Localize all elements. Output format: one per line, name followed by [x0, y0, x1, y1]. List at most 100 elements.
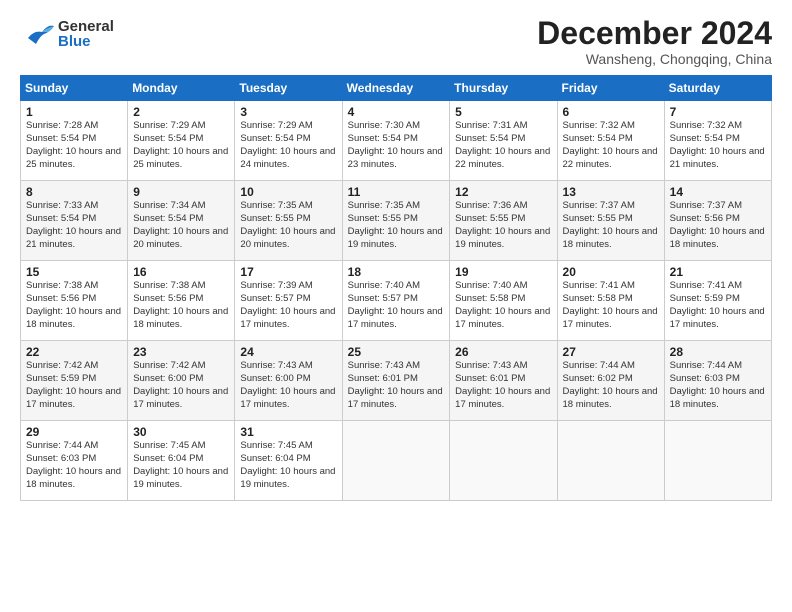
- day-info: Sunrise: 7:38 AM Sunset: 5:56 PM Dayligh…: [133, 280, 229, 331]
- day-info: Sunrise: 7:38 AM Sunset: 5:56 PM Dayligh…: [26, 280, 122, 331]
- table-row: 6Sunrise: 7:32 AM Sunset: 5:54 PM Daylig…: [557, 101, 664, 181]
- table-row: 12Sunrise: 7:36 AM Sunset: 5:55 PM Dayli…: [450, 181, 557, 261]
- day-info: Sunrise: 7:37 AM Sunset: 5:55 PM Dayligh…: [563, 200, 659, 251]
- calendar-week-1: 1Sunrise: 7:28 AM Sunset: 5:54 PM Daylig…: [21, 101, 772, 181]
- calendar-table: Sunday Monday Tuesday Wednesday Thursday…: [20, 75, 772, 501]
- table-row: 28Sunrise: 7:44 AM Sunset: 6:03 PM Dayli…: [664, 341, 771, 421]
- day-number: 8: [26, 185, 122, 199]
- day-number: 27: [563, 345, 659, 359]
- calendar-week-4: 22Sunrise: 7:42 AM Sunset: 5:59 PM Dayli…: [21, 341, 772, 421]
- table-row: 21Sunrise: 7:41 AM Sunset: 5:59 PM Dayli…: [664, 261, 771, 341]
- day-info: Sunrise: 7:43 AM Sunset: 6:00 PM Dayligh…: [240, 360, 336, 411]
- table-row: 13Sunrise: 7:37 AM Sunset: 5:55 PM Dayli…: [557, 181, 664, 261]
- day-number: 15: [26, 265, 122, 279]
- day-info: Sunrise: 7:29 AM Sunset: 5:54 PM Dayligh…: [240, 120, 336, 171]
- table-row: 20Sunrise: 7:41 AM Sunset: 5:58 PM Dayli…: [557, 261, 664, 341]
- col-thursday: Thursday: [450, 76, 557, 101]
- day-info: Sunrise: 7:31 AM Sunset: 5:54 PM Dayligh…: [455, 120, 551, 171]
- day-info: Sunrise: 7:28 AM Sunset: 5:54 PM Dayligh…: [26, 120, 122, 171]
- calendar-week-2: 8Sunrise: 7:33 AM Sunset: 5:54 PM Daylig…: [21, 181, 772, 261]
- table-row: 30Sunrise: 7:45 AM Sunset: 6:04 PM Dayli…: [128, 421, 235, 501]
- table-row: 2Sunrise: 7:29 AM Sunset: 5:54 PM Daylig…: [128, 101, 235, 181]
- day-info: Sunrise: 7:33 AM Sunset: 5:54 PM Dayligh…: [26, 200, 122, 251]
- main-title: December 2024: [537, 16, 772, 51]
- logo: General Blue: [20, 16, 114, 52]
- calendar-week-3: 15Sunrise: 7:38 AM Sunset: 5:56 PM Dayli…: [21, 261, 772, 341]
- day-number: 28: [670, 345, 766, 359]
- subtitle: Wansheng, Chongqing, China: [537, 51, 772, 67]
- table-row: 10Sunrise: 7:35 AM Sunset: 5:55 PM Dayli…: [235, 181, 342, 261]
- col-friday: Friday: [557, 76, 664, 101]
- day-number: 12: [455, 185, 551, 199]
- day-number: 2: [133, 105, 229, 119]
- day-number: 9: [133, 185, 229, 199]
- day-info: Sunrise: 7:45 AM Sunset: 6:04 PM Dayligh…: [240, 440, 336, 491]
- day-info: Sunrise: 7:39 AM Sunset: 5:57 PM Dayligh…: [240, 280, 336, 331]
- table-row: [664, 421, 771, 501]
- col-wednesday: Wednesday: [342, 76, 450, 101]
- day-number: 13: [563, 185, 659, 199]
- day-info: Sunrise: 7:35 AM Sunset: 5:55 PM Dayligh…: [240, 200, 336, 251]
- day-number: 22: [26, 345, 122, 359]
- day-info: Sunrise: 7:44 AM Sunset: 6:02 PM Dayligh…: [563, 360, 659, 411]
- col-sunday: Sunday: [21, 76, 128, 101]
- calendar-week-5: 29Sunrise: 7:44 AM Sunset: 6:03 PM Dayli…: [21, 421, 772, 501]
- day-number: 21: [670, 265, 766, 279]
- day-number: 25: [348, 345, 445, 359]
- logo-blue-text: Blue: [58, 34, 114, 49]
- day-info: Sunrise: 7:37 AM Sunset: 5:56 PM Dayligh…: [670, 200, 766, 251]
- col-tuesday: Tuesday: [235, 76, 342, 101]
- logo-general-text: General: [58, 19, 114, 34]
- table-row: 9Sunrise: 7:34 AM Sunset: 5:54 PM Daylig…: [128, 181, 235, 261]
- day-info: Sunrise: 7:43 AM Sunset: 6:01 PM Dayligh…: [348, 360, 445, 411]
- table-row: 22Sunrise: 7:42 AM Sunset: 5:59 PM Dayli…: [21, 341, 128, 421]
- table-row: [342, 421, 450, 501]
- table-row: 18Sunrise: 7:40 AM Sunset: 5:57 PM Dayli…: [342, 261, 450, 341]
- table-row: 24Sunrise: 7:43 AM Sunset: 6:00 PM Dayli…: [235, 341, 342, 421]
- day-number: 29: [26, 425, 122, 439]
- table-row: 15Sunrise: 7:38 AM Sunset: 5:56 PM Dayli…: [21, 261, 128, 341]
- col-monday: Monday: [128, 76, 235, 101]
- day-info: Sunrise: 7:41 AM Sunset: 5:59 PM Dayligh…: [670, 280, 766, 331]
- day-number: 7: [670, 105, 766, 119]
- day-info: Sunrise: 7:35 AM Sunset: 5:55 PM Dayligh…: [348, 200, 445, 251]
- day-number: 1: [26, 105, 122, 119]
- table-row: [557, 421, 664, 501]
- table-row: 7Sunrise: 7:32 AM Sunset: 5:54 PM Daylig…: [664, 101, 771, 181]
- table-row: 29Sunrise: 7:44 AM Sunset: 6:03 PM Dayli…: [21, 421, 128, 501]
- logo-name: General Blue: [58, 19, 114, 49]
- day-number: 26: [455, 345, 551, 359]
- table-row: 27Sunrise: 7:44 AM Sunset: 6:02 PM Dayli…: [557, 341, 664, 421]
- calendar-body: 1Sunrise: 7:28 AM Sunset: 5:54 PM Daylig…: [21, 101, 772, 501]
- table-row: 17Sunrise: 7:39 AM Sunset: 5:57 PM Dayli…: [235, 261, 342, 341]
- day-info: Sunrise: 7:43 AM Sunset: 6:01 PM Dayligh…: [455, 360, 551, 411]
- day-info: Sunrise: 7:32 AM Sunset: 5:54 PM Dayligh…: [670, 120, 766, 171]
- day-number: 14: [670, 185, 766, 199]
- day-number: 5: [455, 105, 551, 119]
- table-row: 26Sunrise: 7:43 AM Sunset: 6:01 PM Dayli…: [450, 341, 557, 421]
- day-number: 17: [240, 265, 336, 279]
- day-number: 3: [240, 105, 336, 119]
- table-row: 16Sunrise: 7:38 AM Sunset: 5:56 PM Dayli…: [128, 261, 235, 341]
- table-row: 25Sunrise: 7:43 AM Sunset: 6:01 PM Dayli…: [342, 341, 450, 421]
- table-row: [450, 421, 557, 501]
- day-info: Sunrise: 7:44 AM Sunset: 6:03 PM Dayligh…: [670, 360, 766, 411]
- day-number: 24: [240, 345, 336, 359]
- day-number: 10: [240, 185, 336, 199]
- table-row: 1Sunrise: 7:28 AM Sunset: 5:54 PM Daylig…: [21, 101, 128, 181]
- day-info: Sunrise: 7:29 AM Sunset: 5:54 PM Dayligh…: [133, 120, 229, 171]
- logo-icon: [20, 16, 56, 52]
- day-number: 18: [348, 265, 445, 279]
- day-info: Sunrise: 7:36 AM Sunset: 5:55 PM Dayligh…: [455, 200, 551, 251]
- table-row: 19Sunrise: 7:40 AM Sunset: 5:58 PM Dayli…: [450, 261, 557, 341]
- table-row: 5Sunrise: 7:31 AM Sunset: 5:54 PM Daylig…: [450, 101, 557, 181]
- day-number: 31: [240, 425, 336, 439]
- col-saturday: Saturday: [664, 76, 771, 101]
- day-number: 11: [348, 185, 445, 199]
- calendar-header: Sunday Monday Tuesday Wednesday Thursday…: [21, 76, 772, 101]
- table-row: 4Sunrise: 7:30 AM Sunset: 5:54 PM Daylig…: [342, 101, 450, 181]
- day-number: 4: [348, 105, 445, 119]
- day-info: Sunrise: 7:41 AM Sunset: 5:58 PM Dayligh…: [563, 280, 659, 331]
- day-info: Sunrise: 7:42 AM Sunset: 6:00 PM Dayligh…: [133, 360, 229, 411]
- header-row: Sunday Monday Tuesday Wednesday Thursday…: [21, 76, 772, 101]
